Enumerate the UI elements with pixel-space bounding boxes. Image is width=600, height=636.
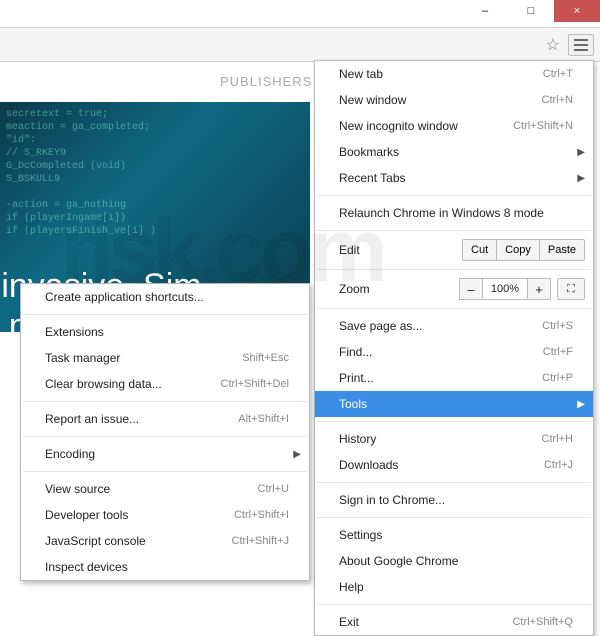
menu-downloads[interactable]: DownloadsCtrl+J bbox=[315, 452, 593, 478]
chevron-right-icon: ▶ bbox=[577, 147, 585, 158]
copy-button[interactable]: Copy bbox=[496, 239, 540, 261]
menu-separator bbox=[317, 517, 591, 518]
menu-separator bbox=[317, 230, 591, 231]
fullscreen-button[interactable]: ⛶ bbox=[557, 278, 585, 300]
window-maximize-button[interactable]: □ bbox=[508, 0, 554, 22]
menu-separator bbox=[317, 421, 591, 422]
menu-separator bbox=[317, 269, 591, 270]
menu-separator bbox=[317, 195, 591, 196]
chevron-right-icon: ▶ bbox=[577, 399, 585, 410]
window-titlebar: – □ × bbox=[0, 0, 600, 28]
menu-about[interactable]: About Google Chrome bbox=[315, 548, 593, 574]
menu-save-page[interactable]: Save page as...Ctrl+S bbox=[315, 313, 593, 339]
submenu-clear-browsing-data[interactable]: Clear browsing data...Ctrl+Shift+Del bbox=[21, 371, 309, 397]
edit-label: Edit bbox=[339, 243, 462, 257]
menu-recent-tabs[interactable]: Recent Tabs▶ bbox=[315, 165, 593, 191]
chevron-right-icon: ▶ bbox=[293, 449, 301, 460]
window-minimize-button[interactable]: – bbox=[462, 0, 508, 22]
chevron-right-icon: ▶ bbox=[577, 173, 585, 184]
menu-exit[interactable]: ExitCtrl+Shift+Q bbox=[315, 609, 593, 635]
zoom-label: Zoom bbox=[339, 282, 460, 296]
tools-submenu: Create application shortcuts... Extensio… bbox=[20, 283, 310, 581]
zoom-in-button[interactable]: + bbox=[527, 278, 551, 300]
menu-separator bbox=[317, 308, 591, 309]
menu-help[interactable]: Help bbox=[315, 574, 593, 600]
menu-zoom-row: Zoom – 100% + ⛶ bbox=[315, 274, 593, 304]
menu-new-tab[interactable]: New tabCtrl+T bbox=[315, 61, 593, 87]
menu-settings[interactable]: Settings bbox=[315, 522, 593, 548]
window-close-button[interactable]: × bbox=[554, 0, 600, 22]
menu-print[interactable]: Print...Ctrl+P bbox=[315, 365, 593, 391]
menu-separator bbox=[23, 314, 307, 315]
menu-history[interactable]: HistoryCtrl+H bbox=[315, 426, 593, 452]
menu-separator bbox=[317, 482, 591, 483]
submenu-task-manager[interactable]: Task managerShift+Esc bbox=[21, 345, 309, 371]
zoom-out-button[interactable]: – bbox=[459, 278, 483, 300]
chrome-menu-button[interactable] bbox=[568, 34, 594, 56]
paste-button[interactable]: Paste bbox=[539, 239, 585, 261]
submenu-view-source[interactable]: View sourceCtrl+U bbox=[21, 476, 309, 502]
menu-separator bbox=[317, 604, 591, 605]
menu-separator bbox=[23, 471, 307, 472]
chrome-main-menu: New tabCtrl+T New windowCtrl+N New incog… bbox=[314, 60, 594, 636]
hero-code-text: secretext = true; meaction = ga_complete… bbox=[6, 108, 304, 238]
menu-new-incognito[interactable]: New incognito windowCtrl+Shift+N bbox=[315, 113, 593, 139]
menu-separator bbox=[23, 401, 307, 402]
menu-bookmarks[interactable]: Bookmarks▶ bbox=[315, 139, 593, 165]
submenu-developer-tools[interactable]: Developer toolsCtrl+Shift+I bbox=[21, 502, 309, 528]
submenu-create-shortcuts[interactable]: Create application shortcuts... bbox=[21, 284, 309, 310]
menu-new-window[interactable]: New windowCtrl+N bbox=[315, 87, 593, 113]
menu-find[interactable]: Find...Ctrl+F bbox=[315, 339, 593, 365]
submenu-inspect-devices[interactable]: Inspect devices bbox=[21, 554, 309, 580]
submenu-javascript-console[interactable]: JavaScript consoleCtrl+Shift+J bbox=[21, 528, 309, 554]
menu-relaunch-win8[interactable]: Relaunch Chrome in Windows 8 mode bbox=[315, 200, 593, 226]
publishers-label: PUBLISHERS bbox=[220, 74, 312, 89]
menu-tools[interactable]: Tools▶ bbox=[315, 391, 593, 417]
zoom-value: 100% bbox=[482, 278, 528, 300]
cut-button[interactable]: Cut bbox=[462, 239, 497, 261]
submenu-report-issue[interactable]: Report an issue...Alt+Shift+I bbox=[21, 406, 309, 432]
submenu-extensions[interactable]: Extensions bbox=[21, 319, 309, 345]
menu-sign-in[interactable]: Sign in to Chrome... bbox=[315, 487, 593, 513]
menu-separator bbox=[23, 436, 307, 437]
browser-toolbar: ☆ bbox=[0, 28, 600, 62]
submenu-encoding[interactable]: Encoding▶ bbox=[21, 441, 309, 467]
bookmark-star-icon[interactable]: ☆ bbox=[546, 35, 560, 55]
menu-edit-row: Edit Cut Copy Paste bbox=[315, 235, 593, 265]
